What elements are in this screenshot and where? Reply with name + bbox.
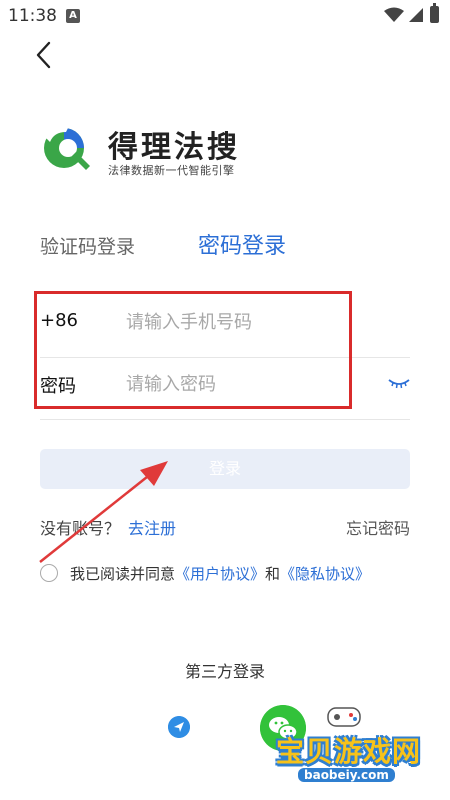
paper-plane-icon[interactable] (168, 716, 190, 738)
back-icon[interactable] (30, 40, 60, 70)
app-logo (44, 124, 90, 170)
wifi-icon (384, 7, 404, 22)
watermark-title: 宝贝游戏网 (276, 735, 422, 768)
watermark-url: baobeiy.com (298, 768, 395, 782)
user-agreement-link[interactable]: 《用户协议》 (175, 565, 265, 583)
agreement-prefix: 我已阅读并同意 (70, 565, 176, 583)
agree-radio[interactable] (40, 564, 58, 582)
privacy-agreement-link[interactable]: 《隐私协议》 (280, 565, 370, 583)
status-bar: 11:38 A (0, 0, 450, 32)
login-button[interactable]: 登录 (40, 449, 410, 489)
tab-sms-login[interactable]: 验证码登录 (40, 232, 135, 259)
app-slogan: 法律数据新一代智能引擎 (108, 164, 235, 177)
gamepad-icon (327, 707, 361, 727)
third-party-title: 第三方登录 (184, 662, 265, 681)
no-account-text: 没有账号？ (40, 519, 121, 538)
forgot-password-link[interactable]: 忘记密码 (346, 515, 410, 539)
agreement-text: 我已阅读并同意《用户协议》和《隐私协议》 (70, 563, 370, 584)
app-name: 得理法搜 (108, 130, 240, 165)
watermark: 宝贝游戏网 baobeiy.com (274, 700, 424, 795)
highlight-box (34, 291, 352, 409)
eye-closed-icon[interactable] (388, 376, 410, 390)
status-time: 11:38 (8, 6, 57, 26)
battery-icon (430, 3, 439, 23)
signal-icon (409, 8, 423, 22)
tab-password-login[interactable]: 密码登录 (198, 228, 286, 260)
notification-icon: A (66, 9, 80, 23)
register-link[interactable]: 去注册 (128, 515, 176, 539)
agreement-and: 和 (265, 565, 281, 583)
